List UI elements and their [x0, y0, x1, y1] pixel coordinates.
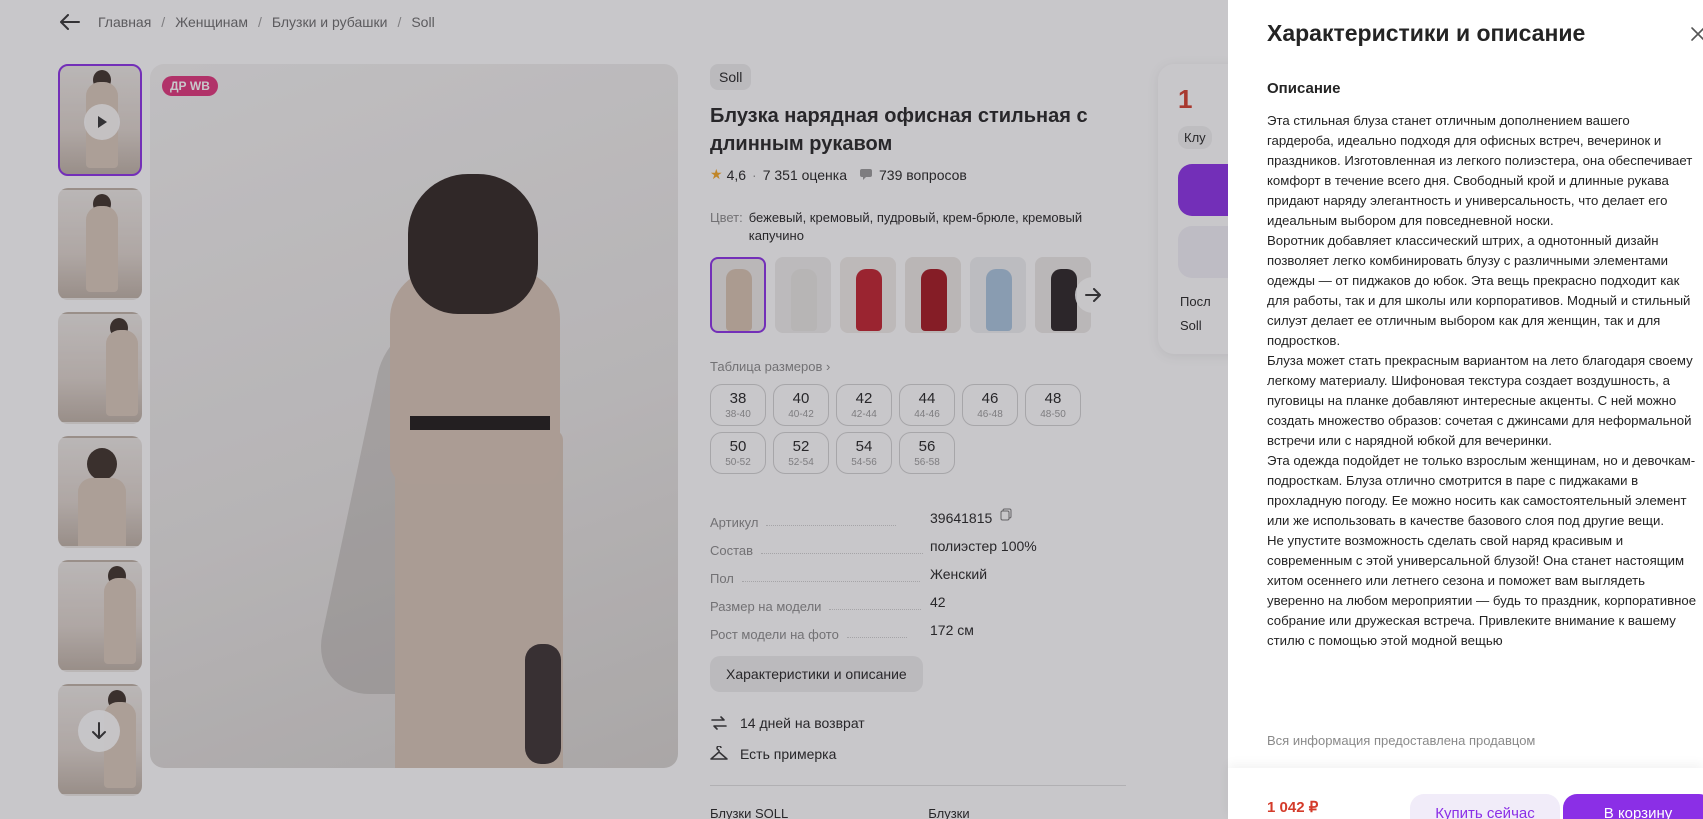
footer-price: 1 042 ₽ [1267, 799, 1319, 816]
modal-backdrop[interactable] [0, 0, 1228, 819]
close-icon[interactable] [1690, 26, 1703, 42]
add-to-cart-button[interactable]: В корзину [1563, 794, 1703, 819]
panel-footer: 1 042 ₽ Купить сейчас В корзину [1228, 768, 1703, 819]
characteristics-panel: Характеристики и описание Описание Эта с… [1228, 0, 1703, 819]
panel-title: Характеристики и описание [1267, 20, 1586, 46]
description-heading: Описание [1267, 80, 1341, 97]
seller-note: Вся информация предоставлена продавцом [1267, 733, 1536, 748]
description-text: Эта стильная блуза станет отличным допол… [1267, 113, 1697, 648]
buy-now-button[interactable]: Купить сейчас [1410, 794, 1560, 819]
